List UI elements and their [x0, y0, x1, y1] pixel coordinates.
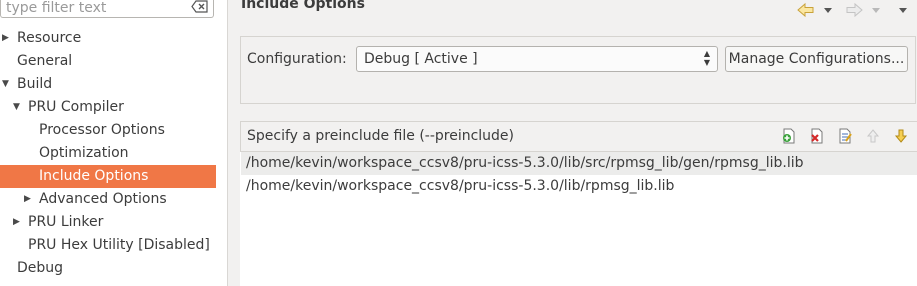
tree-item-label: PRU Linker: [28, 214, 104, 230]
expand-arrow-icon[interactable]: ▶: [13, 211, 20, 234]
tree-item-label: Processor Options: [39, 122, 165, 138]
properties-tree-panel: type filter text ▶ Resource General ▼ Bu…: [0, 0, 227, 286]
tree-item-general[interactable]: General: [0, 50, 216, 73]
collapse-arrow-icon[interactable]: ▼: [13, 96, 20, 119]
forward-arrow-icon[interactable]: [845, 2, 863, 18]
configuration-select[interactable]: Debug [ Active ] ▲ ▼: [356, 46, 718, 72]
back-arrow-icon[interactable]: [797, 2, 815, 18]
delete-icon[interactable]: [809, 128, 825, 144]
back-menu-icon[interactable]: [823, 2, 833, 18]
tree-item-label: Debug: [17, 260, 64, 276]
tree-item-include-options[interactable]: Include Options: [0, 165, 216, 188]
edit-icon[interactable]: [837, 128, 853, 144]
move-down-icon[interactable]: [893, 128, 909, 144]
tree-item-label: Resource: [17, 30, 82, 46]
file-path: /home/kevin/workspace_ccsv8/pru-icss-5.3…: [246, 155, 804, 171]
tree-item-debug[interactable]: Debug: [0, 257, 216, 280]
forward-menu-icon[interactable]: [871, 2, 881, 18]
tree-item-label: PRU Compiler: [28, 99, 124, 115]
expand-arrow-icon[interactable]: ▶: [2, 27, 9, 50]
preinclude-title: Specify a preinclude file (--preinclude): [247, 128, 515, 144]
file-path: /home/kevin/workspace_ccsv8/pru-icss-5.3…: [246, 178, 675, 194]
tree-item-pru-hex-utility[interactable]: PRU Hex Utility [Disabled]: [0, 234, 216, 257]
panel-divider[interactable]: [227, 0, 228, 286]
tree-item-label: Build: [17, 76, 53, 92]
collapse-arrow-icon[interactable]: ▼: [2, 73, 9, 96]
tree-item-resource[interactable]: ▶ Resource: [0, 27, 216, 50]
filter-input[interactable]: type filter text: [0, 0, 214, 18]
add-icon[interactable]: [781, 128, 797, 144]
configuration-value: Debug [ Active ]: [364, 51, 478, 67]
tree-item-optimization[interactable]: Optimization: [0, 142, 216, 165]
tree-item-pru-linker[interactable]: ▶ PRU Linker: [0, 211, 216, 234]
tree-item-build[interactable]: ▼ Build: [0, 73, 216, 96]
move-up-icon[interactable]: [865, 128, 881, 144]
tree-item-processor-options[interactable]: Processor Options: [0, 119, 216, 142]
tree-item-label: General: [17, 53, 73, 69]
list-item[interactable]: /home/kevin/workspace_ccsv8/pru-icss-5.3…: [241, 152, 917, 175]
configuration-label: Configuration:: [247, 51, 347, 67]
tree-item-label: Include Options: [39, 168, 149, 184]
manage-configurations-button[interactable]: Manage Configurations...: [725, 46, 908, 72]
page-title: Include Options: [241, 0, 365, 12]
updown-arrows-icon: ▲ ▼: [703, 49, 710, 67]
tree-item-pru-compiler[interactable]: ▼ PRU Compiler: [0, 96, 216, 119]
filter-placeholder: type filter text: [6, 0, 107, 16]
tree-item-advanced-options[interactable]: ▶ Advanced Options: [0, 188, 216, 211]
view-menu-icon[interactable]: [898, 2, 908, 18]
expand-arrow-icon[interactable]: ▶: [24, 188, 31, 211]
tree-item-label: PRU Hex Utility [Disabled]: [28, 237, 210, 253]
clear-filter-icon[interactable]: [191, 0, 209, 14]
list-item[interactable]: /home/kevin/workspace_ccsv8/pru-icss-5.3…: [241, 175, 917, 198]
tree-item-label: Optimization: [39, 145, 129, 161]
tree-item-label: Advanced Options: [39, 191, 167, 207]
